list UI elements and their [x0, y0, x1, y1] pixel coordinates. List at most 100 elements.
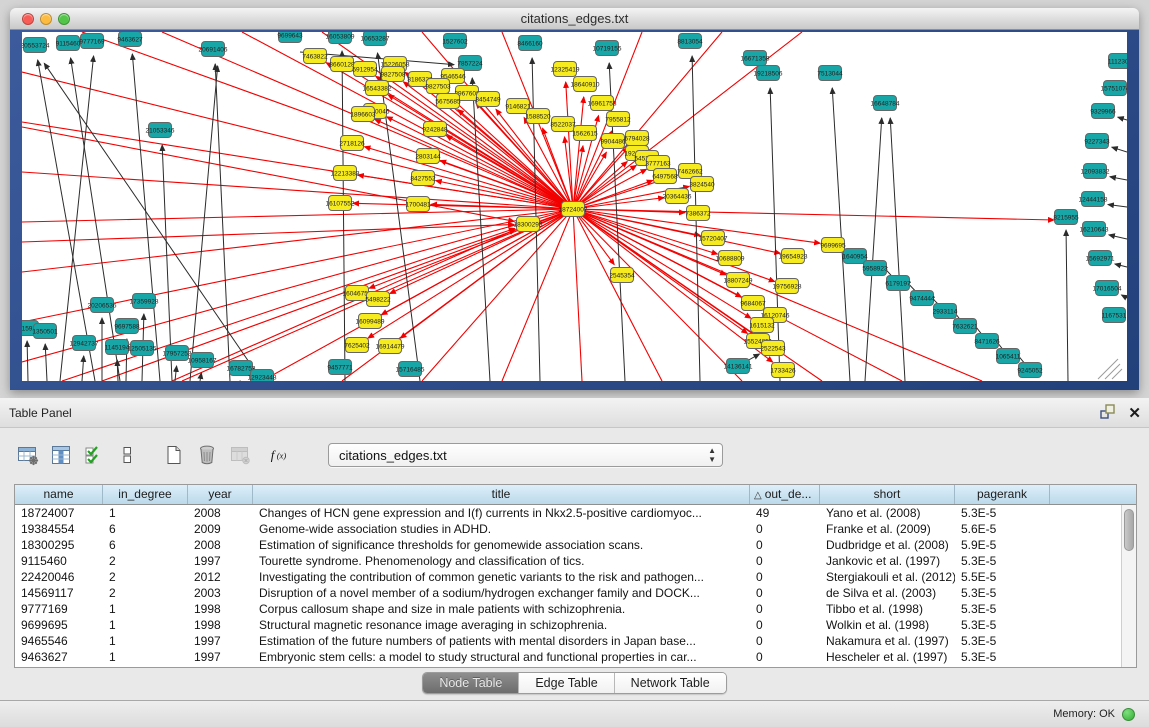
graph-node[interactable]: 1065411: [996, 349, 1021, 364]
graph-node[interactable]: 1145194: [105, 340, 130, 355]
table-row[interactable]: 1830029562008Estimation of significance …: [15, 537, 1121, 553]
graph-node[interactable]: 12325419: [551, 62, 580, 77]
table-cell-short[interactable]: de Silva et al. (2003): [820, 585, 955, 601]
table-cell-short[interactable]: Stergiakouli et al. (2012): [820, 569, 955, 585]
graph-node[interactable]: 5958923: [862, 261, 888, 276]
delete-table-icon[interactable]: [228, 443, 252, 467]
graph-node[interactable]: 9827503: [425, 79, 451, 94]
graph-node[interactable]: 15720407: [699, 231, 728, 246]
table-cell-in-degree[interactable]: 2: [103, 553, 188, 569]
graph-node[interactable]: 2522543: [760, 341, 786, 356]
graph-node[interactable]: 16961758: [588, 96, 617, 111]
column-header-pagerank[interactable]: pagerank: [955, 485, 1050, 504]
graph-node[interactable]: 14136141: [724, 359, 753, 374]
graph-node[interactable]: 18807249: [724, 273, 753, 288]
table-row[interactable]: 911546021997Tourette syndrome. Phenomeno…: [15, 553, 1121, 569]
table-row[interactable]: 946554611997Estimation of the future num…: [15, 633, 1121, 649]
table-cell-title[interactable]: Corpus callosum shape and size in male p…: [253, 601, 750, 617]
resize-grip[interactable]: [1098, 359, 1122, 379]
function-builder-icon[interactable]: f (x): [269, 443, 293, 467]
table-cell-short[interactable]: Jankovic et al. (1997): [820, 553, 955, 569]
graph-node[interactable]: 7955812: [605, 112, 631, 127]
table-cell-name[interactable]: 18724007: [15, 505, 103, 521]
select-columns-icon[interactable]: [49, 443, 73, 467]
table-cell-pagerank[interactable]: 5.3E-5: [955, 585, 1050, 601]
graph-node[interactable]: 5498222: [365, 292, 391, 307]
graph-node[interactable]: 9684067: [740, 296, 766, 311]
graph-node[interactable]: 16671358: [741, 51, 770, 66]
table-cell-year[interactable]: 1997: [188, 553, 253, 569]
table-cell-year[interactable]: 1998: [188, 617, 253, 633]
table-cell-pagerank[interactable]: 5.9E-5: [955, 537, 1050, 553]
graph-node[interactable]: 9699695: [820, 238, 846, 253]
table-cell-year[interactable]: 1997: [188, 649, 253, 665]
graph-node[interactable]: 1167531: [1102, 308, 1127, 323]
graph-node[interactable]: 2933114: [933, 304, 958, 319]
table-cell-out-de-[interactable]: 0: [750, 553, 820, 569]
graph-node[interactable]: 18300295: [514, 217, 543, 232]
graph-node[interactable]: 12942737: [70, 336, 99, 351]
graph-node[interactable]: 8522037: [550, 117, 576, 132]
table-cell-pagerank[interactable]: 5.3E-5: [955, 601, 1050, 617]
table-cell-name[interactable]: 14569117: [15, 585, 103, 601]
scrollbar-thumb[interactable]: [1124, 509, 1134, 551]
float-panel-icon[interactable]: [1099, 403, 1116, 425]
graph-node[interactable]: 1733426: [770, 363, 796, 378]
graph-node[interactable]: 16053809: [326, 32, 355, 44]
table-cell-short[interactable]: Hescheler et al. (1997): [820, 649, 955, 665]
column-header-name[interactable]: name: [15, 485, 103, 504]
graph-node[interactable]: 1588520: [525, 109, 551, 124]
table-cell-title[interactable]: Investigating the contribution of common…: [253, 569, 750, 585]
table-cell-title[interactable]: Estimation of significance thresholds fo…: [253, 537, 750, 553]
graph-node[interactable]: 16914479: [376, 339, 405, 354]
table-cell-name[interactable]: 9115460: [15, 553, 103, 569]
graph-node[interactable]: 1112304: [1108, 54, 1127, 69]
graph-node[interactable]: 20691406: [199, 42, 228, 57]
table-cell-in-degree[interactable]: 2: [103, 585, 188, 601]
graph-node[interactable]: 9227343: [1084, 134, 1110, 149]
graph-node[interactable]: 15716485: [396, 362, 425, 377]
graph-node[interactable]: 3824540: [689, 177, 715, 192]
graph-node[interactable]: 12444158: [1079, 192, 1108, 207]
table-row[interactable]: 1456911722003Disruption of a novel membe…: [15, 585, 1121, 601]
table-cell-name[interactable]: 9463627: [15, 649, 103, 665]
table-cell-pagerank[interactable]: 5.5E-5: [955, 569, 1050, 585]
table-cell-pagerank[interactable]: 5.3E-5: [955, 633, 1050, 649]
table-cell-in-degree[interactable]: 1: [103, 505, 188, 521]
graph-node[interactable]: 6179197: [885, 276, 911, 291]
graph-node[interactable]: 2718126: [339, 136, 365, 151]
table-cell-out-de-[interactable]: 0: [750, 585, 820, 601]
graph-node[interactable]: 9242848: [422, 122, 448, 137]
table-row[interactable]: 1938455462009Genome-wide association stu…: [15, 521, 1121, 537]
graph-node[interactable]: 5912954: [352, 62, 378, 77]
table-cell-short[interactable]: Yano et al. (2008): [820, 505, 955, 521]
table-cell-name[interactable]: 9777169: [15, 601, 103, 617]
table-cell-short[interactable]: Nakamura et al. (1997): [820, 633, 955, 649]
table-cell-out-de-[interactable]: 0: [750, 601, 820, 617]
table-cell-name[interactable]: 19384554: [15, 521, 103, 537]
graph-node[interactable]: 19218506: [754, 66, 783, 81]
table-cell-out-de-[interactable]: 0: [750, 569, 820, 585]
graph-node[interactable]: 16210643: [1080, 222, 1109, 237]
graph-node[interactable]: 9463627: [117, 32, 143, 47]
table-row[interactable]: 946362711997Embryonic stem cells: a mode…: [15, 649, 1121, 665]
table-cell-name[interactable]: 9465546: [15, 633, 103, 649]
tab-node-table[interactable]: Node Table: [423, 673, 519, 693]
table-cell-out-de-[interactable]: 0: [750, 617, 820, 633]
select-all-icon[interactable]: [82, 443, 106, 467]
graph-node[interactable]: 17016504: [1093, 281, 1122, 296]
graph-node[interactable]: 10653287: [361, 32, 390, 46]
graph-node[interactable]: 7463822: [302, 49, 328, 64]
graph-node[interactable]: 10688809: [716, 251, 745, 266]
graph-node[interactable]: 1562615: [572, 126, 598, 141]
table-cell-title[interactable]: Genome-wide association studies in ADHD.: [253, 521, 750, 537]
graph-node[interactable]: 9474444: [909, 291, 935, 306]
graph-node[interactable]: 7513044: [817, 66, 843, 81]
graph-node[interactable]: 8813054: [677, 34, 703, 49]
table-cell-out-de-[interactable]: 0: [750, 649, 820, 665]
table-cell-pagerank[interactable]: 5.3E-5: [955, 553, 1050, 569]
graph-node[interactable]: 8454749: [475, 92, 501, 107]
table-cell-out-de-[interactable]: 0: [750, 521, 820, 537]
graph-node[interactable]: 1350501: [32, 324, 58, 339]
table-cell-title[interactable]: Estimation of the future numbers of pati…: [253, 633, 750, 649]
